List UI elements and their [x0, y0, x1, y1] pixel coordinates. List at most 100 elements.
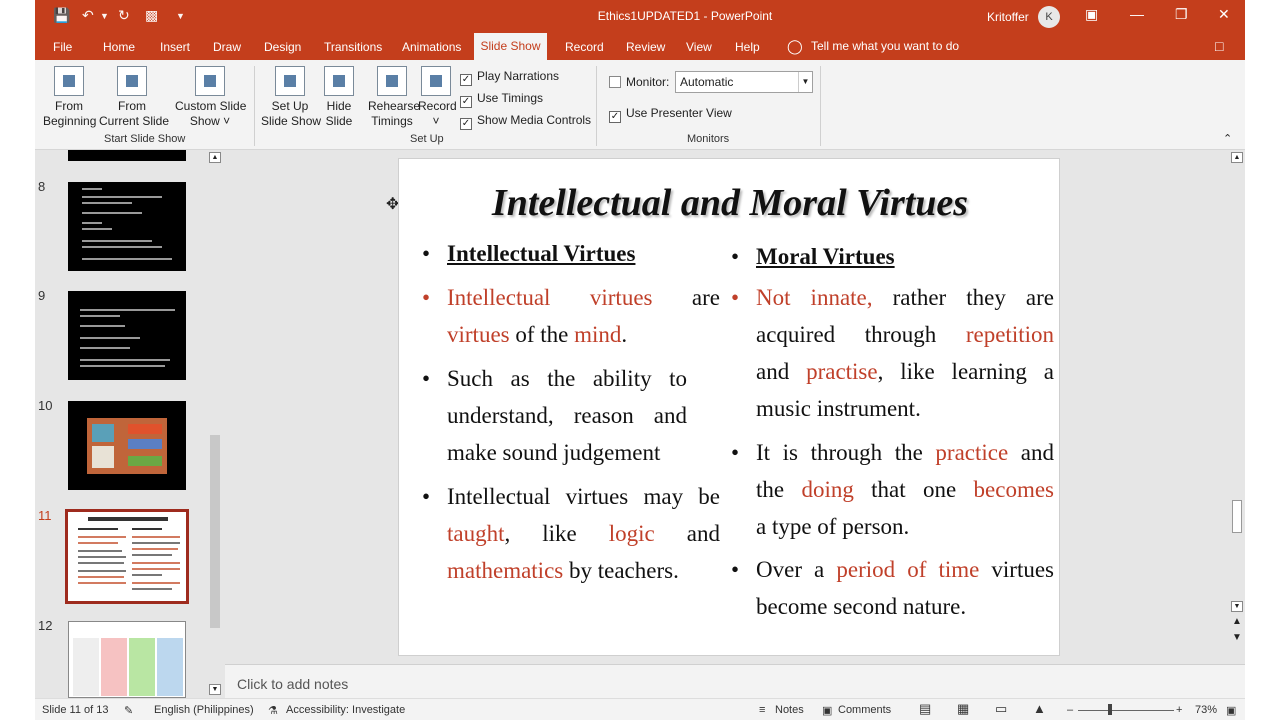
avatar[interactable]: K — [1038, 6, 1060, 28]
monitor-dropdown[interactable]: Automatic ▼ — [675, 71, 813, 93]
thumbnail-number: 11 — [38, 508, 52, 523]
accessibility-icon: ⚗ — [268, 705, 278, 717]
zoom-in-icon[interactable]: + — [1176, 704, 1182, 716]
thumbnails-scrollbar[interactable]: ▲ ▼ — [207, 150, 223, 698]
powerpoint-window: 💾 ↶ ▼ ↻ ▩ ▼ Ethics1UPDATED1 - PowerPoint… — [35, 0, 1245, 720]
accessibility-status[interactable]: Accessibility: Investigate — [286, 704, 405, 716]
notes-placeholder[interactable]: Click to add notes — [237, 676, 348, 692]
rehearse-timings-icon — [377, 66, 407, 96]
slide-thumbnails-pane: 8 9 10 11 12 — [35, 150, 225, 698]
list-item: • It is through the practice and the doi… — [731, 440, 1054, 539]
save-icon[interactable]: 💾 — [53, 7, 70, 24]
comments-button[interactable]: Comments — [838, 704, 891, 716]
list-item: • Such as the ability to understand, rea… — [422, 366, 687, 465]
tab-draw[interactable]: Draw — [213, 40, 241, 54]
slide-show-icon[interactable]: ▲ — [1033, 701, 1046, 716]
next-slide-icon[interactable]: ▼ — [1232, 632, 1242, 643]
slide-editor: ✥ Intellectual and Moral Virtues • Intell… — [225, 150, 1230, 664]
ribbon-display-icon[interactable]: ▣ — [1085, 6, 1098, 23]
use-timings-checkbox[interactable]: ✓ Use Timings — [460, 91, 543, 108]
tab-transitions[interactable]: Transitions — [324, 40, 382, 54]
notes-button[interactable]: Notes — [775, 704, 804, 716]
zoom-out-icon[interactable]: – — [1067, 704, 1073, 716]
tab-design[interactable]: Design — [264, 40, 301, 54]
from-current-slide-button[interactable]: From Current Slide — [99, 66, 169, 129]
normal-view-icon[interactable]: ▤ — [919, 701, 931, 717]
use-presenter-view-checkbox[interactable]: ✓ Use Presenter View — [609, 106, 732, 123]
custom-slide-show-button[interactable]: Custom Slide Show ˅ — [175, 66, 246, 129]
close-icon[interactable]: ✕ — [1218, 6, 1230, 23]
scroll-down-icon[interactable]: ▼ — [209, 684, 221, 695]
show-media-controls-checkbox[interactable]: ✓ Show Media Controls — [460, 113, 591, 130]
notes-icon: ≡ — [759, 704, 766, 716]
zoom-level[interactable]: 73% — [1195, 704, 1217, 716]
ribbon-divider — [254, 66, 255, 146]
thumbnail-number: 10 — [38, 398, 53, 413]
language-indicator[interactable]: English (Philippines) — [154, 704, 254, 716]
restore-icon[interactable]: ❐ — [1175, 6, 1188, 23]
comments-icon[interactable]: □ — [1215, 38, 1223, 54]
start-from-beginning-icon[interactable]: ▩ — [145, 7, 158, 24]
tab-home[interactable]: Home — [103, 40, 135, 54]
record-button[interactable]: Record ˅ — [418, 66, 457, 129]
scroll-up-icon[interactable]: ▲ — [209, 152, 221, 163]
rehearse-timings-button[interactable]: Rehearse Timings — [368, 66, 420, 129]
tab-animations[interactable]: Animations — [402, 40, 461, 54]
undo-icon[interactable]: ↶ — [82, 7, 94, 24]
user-name[interactable]: Kritoffer — [987, 10, 1029, 24]
ribbon-divider — [596, 66, 597, 146]
tab-record[interactable]: Record — [565, 40, 604, 54]
left-heading: Intellectual Virtues — [447, 241, 636, 266]
zoom-slider-handle[interactable] — [1108, 704, 1112, 715]
slideshow-icon — [54, 66, 84, 96]
tab-slide-show[interactable]: Slide Show — [474, 33, 547, 60]
play-narrations-checkbox[interactable]: ✓ Play Narrations — [460, 69, 559, 86]
thumbnail-number: 8 — [38, 179, 46, 194]
undo-dropdown-icon[interactable]: ▼ — [100, 11, 109, 21]
chevron-down-icon[interactable]: ▼ — [798, 72, 812, 92]
monitor-icon — [609, 76, 621, 88]
scroll-up-icon[interactable]: ▲ — [1231, 152, 1243, 163]
spelling-check-icon[interactable]: ✎ — [124, 704, 133, 717]
minimize-icon[interactable]: — — [1130, 6, 1144, 22]
tab-help[interactable]: Help — [735, 40, 760, 54]
slide-thumbnail-12[interactable] — [68, 621, 186, 698]
slide-thumbnail-11-selected[interactable] — [65, 509, 189, 604]
collapse-ribbon-icon[interactable]: ⌃ — [1223, 132, 1232, 145]
tab-review[interactable]: Review — [626, 40, 665, 54]
thumbnail-number: 12 — [38, 618, 53, 633]
scroll-down-icon[interactable]: ▼ — [1231, 601, 1243, 612]
tab-insert[interactable]: Insert — [160, 40, 190, 54]
set-up-slide-show-button[interactable]: Set Up Slide Show — [261, 66, 321, 129]
slide-thumbnail-8[interactable] — [68, 182, 186, 271]
status-bar: Slide 11 of 13 ✎ English (Philippines) ⚗… — [35, 698, 1245, 720]
tell-me-search[interactable]: Tell me what you want to do — [811, 39, 959, 53]
tab-file[interactable]: File — [53, 40, 72, 54]
previous-slide-icon[interactable]: ▲ — [1232, 616, 1242, 627]
ribbon: From Beginning From Current Slide Custom… — [35, 60, 1245, 150]
list-item: • Over a period of time virtues become s… — [731, 557, 1055, 619]
scrollbar-thumb[interactable] — [210, 435, 220, 628]
slide-title[interactable]: Intellectual and Moral Virtues — [399, 181, 1061, 225]
custom-show-icon — [195, 66, 225, 96]
reading-view-icon[interactable]: ▭ — [995, 701, 1007, 717]
slide-thumbnail-10[interactable] — [68, 401, 186, 490]
fit-slide-icon[interactable]: ▣ — [1226, 704, 1236, 717]
editor-scrollbar[interactable]: ▲ ▼ ▲ ▼ — [1230, 150, 1245, 664]
slide-canvas[interactable]: Intellectual and Moral Virtues • Intellec… — [398, 158, 1060, 656]
notes-pane[interactable]: Click to add notes — [225, 664, 1245, 698]
thumbnail-number: 9 — [38, 288, 46, 303]
comments-icon: ▣ — [822, 705, 833, 717]
redo-icon[interactable]: ↻ — [118, 7, 130, 24]
hide-slide-button[interactable]: Hide Slide — [324, 66, 354, 129]
scrollbar-thumb[interactable] — [1232, 500, 1242, 533]
tab-view[interactable]: View — [686, 40, 712, 54]
list-item: • Intellectual Virtues — [422, 241, 636, 266]
customize-toolbar-icon[interactable]: ▼ — [176, 11, 185, 21]
slide-thumbnail-7[interactable] — [68, 150, 186, 161]
zoom-slider[interactable] — [1078, 710, 1174, 711]
slide-thumbnail-9[interactable] — [68, 291, 186, 380]
slide-sorter-icon[interactable]: ▦ — [957, 701, 969, 717]
from-beginning-button[interactable]: From Beginning — [43, 66, 96, 129]
group-label-monitors: Monitors — [687, 133, 730, 145]
